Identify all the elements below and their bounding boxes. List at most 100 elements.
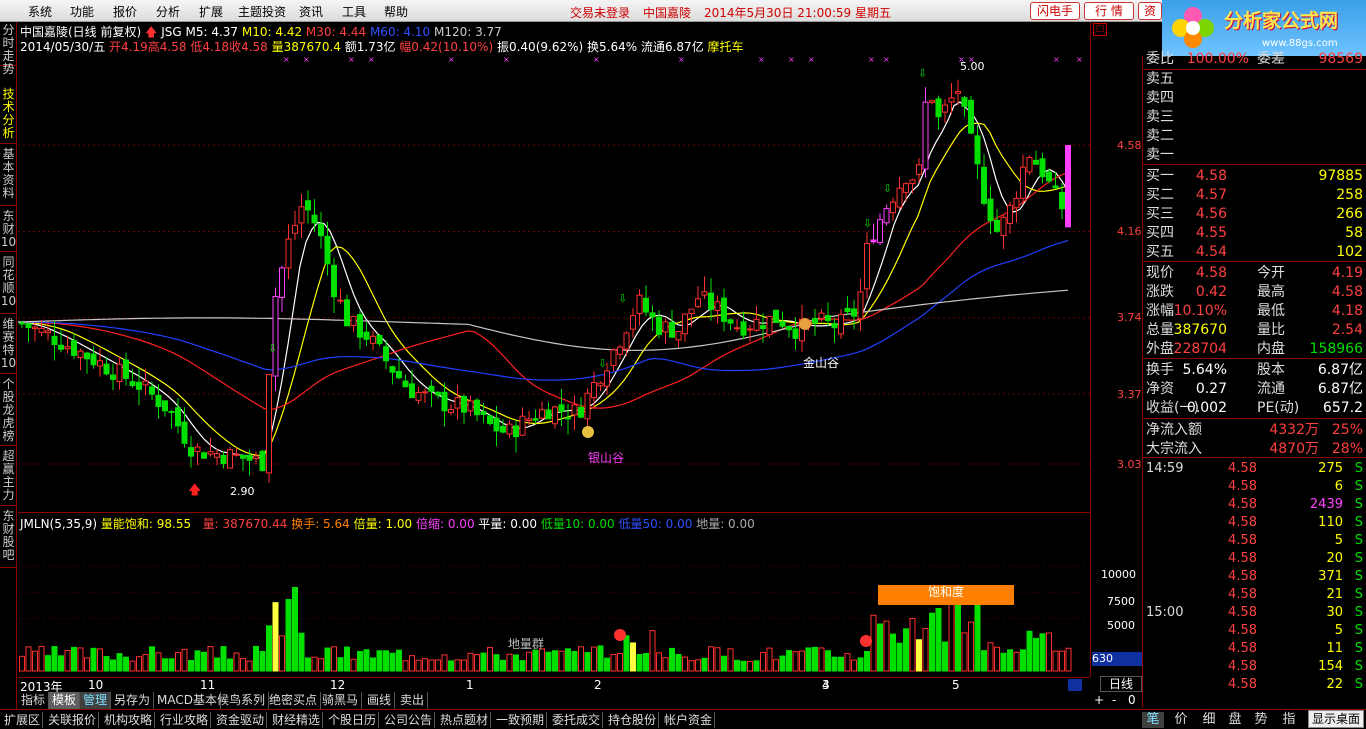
bottom-orders[interactable]: 委托成交	[550, 712, 604, 728]
bottom-announcements[interactable]: 公司公告	[382, 712, 436, 728]
menu-quote[interactable]: 报价	[113, 3, 137, 20]
tab-super-main[interactable]: 超赢主力	[0, 448, 17, 506]
tab-fundamental[interactable]: 基本资料	[0, 146, 17, 206]
tab-technical[interactable]: 技术分析	[0, 86, 17, 144]
ask-row[interactable]: 卖四	[1143, 89, 1366, 107]
tab-label: 分时走势	[2, 23, 15, 76]
period-selector[interactable]: 日线	[1100, 676, 1142, 692]
tab-guba[interactable]: 东财股吧	[0, 508, 17, 568]
ask-row[interactable]: 卖三	[1143, 108, 1366, 126]
bottom-stock-calendar[interactable]: 个股日历	[326, 712, 380, 728]
tab-timeshare[interactable]: 分时走势	[0, 22, 17, 76]
bottom-positions[interactable]: 持仓股份	[606, 712, 660, 728]
bid-price: 4.57	[1195, 187, 1227, 203]
zoom-in-button[interactable]: +	[1094, 693, 1104, 707]
tab-dark-horse[interactable]: 骑黑马	[319, 692, 363, 709]
stat-value: 4.58	[1331, 284, 1363, 300]
zoom-reset-button[interactable]: 0	[1128, 693, 1136, 707]
menu-news[interactable]: 资讯	[299, 3, 323, 20]
ask-row[interactable]: 卖五	[1143, 70, 1366, 88]
tab-ths10[interactable]: 同花顺10	[0, 254, 17, 314]
view-index-tab[interactable]: 指	[1278, 712, 1300, 728]
axis-toggle-icon[interactable]: □	[1093, 23, 1107, 36]
view-price-tab[interactable]: 价	[1170, 712, 1192, 728]
stat-value: 2.54	[1331, 322, 1363, 338]
scroll-thumb[interactable]	[1068, 679, 1082, 691]
menu-extend[interactable]: 扩展	[199, 3, 223, 20]
tab-template[interactable]: 模板	[49, 692, 81, 709]
view-book-tab[interactable]: 盘	[1224, 712, 1246, 728]
tab-indicator[interactable]: 指标	[18, 692, 50, 709]
tab-wst10[interactable]: 维赛特10	[0, 316, 17, 374]
tab-save-as[interactable]: 另存为	[111, 692, 155, 709]
view-ticks-tab[interactable]: 笔	[1142, 712, 1164, 728]
view-detail-tab[interactable]: 细	[1198, 712, 1220, 728]
show-desktop-button[interactable]: 显示桌面	[1308, 710, 1364, 728]
menu-help[interactable]: 帮助	[384, 3, 408, 20]
down-candle	[1039, 158, 1046, 178]
volume-bar	[747, 661, 753, 672]
flower-logo-icon	[1172, 7, 1214, 48]
down-candle	[656, 316, 662, 335]
view-trend-tab[interactable]: 势	[1250, 712, 1272, 728]
menu-function[interactable]: 功能	[70, 3, 94, 20]
tab-secret-buy[interactable]: 绝密买点	[266, 692, 322, 709]
bottom-finance-picks[interactable]: 财经精选	[270, 712, 324, 728]
volume-bar	[428, 659, 435, 672]
signal-marker: ×	[348, 55, 355, 64]
volume-bar	[363, 649, 370, 672]
menu-theme-invest[interactable]: 主题投资	[238, 3, 286, 20]
down-candle	[987, 198, 994, 222]
tab-sell[interactable]: 卖出	[397, 692, 429, 709]
bottom-institution[interactable]: 机构攻略	[102, 712, 156, 728]
volume-panel[interactable]: JMLN(5,35,9) 量能饱和: 98.55 量: 387670.44 换手…	[18, 512, 1090, 677]
bottom-account-funds[interactable]: 帐户资金	[662, 712, 716, 728]
down-candle	[480, 411, 487, 415]
bottom-related-quote[interactable]: 关联报价	[46, 712, 100, 728]
tab-label: 基本资料	[2, 147, 15, 200]
zoom-out-button[interactable]: -	[1112, 693, 1116, 707]
login-status[interactable]: 交易未登录	[570, 4, 630, 21]
volume-bar	[792, 651, 799, 672]
bottom-industry[interactable]: 行业攻略	[158, 712, 212, 728]
down-candle	[461, 396, 467, 413]
signal-marker: ×	[1053, 55, 1060, 64]
down-candle	[402, 380, 409, 388]
volume-bar	[344, 646, 350, 672]
menu-analysis[interactable]: 分析	[156, 3, 180, 20]
down-candle	[409, 383, 415, 399]
flash-trade-button[interactable]: 闪电手	[1030, 2, 1080, 20]
menu-system[interactable]: 系统	[28, 3, 52, 20]
ask-row[interactable]: 卖二	[1143, 127, 1366, 145]
bottom-capital-drive[interactable]: 资金驱动	[214, 712, 268, 728]
down-candle	[441, 391, 448, 412]
bottom-consensus[interactable]: 一致预期	[494, 712, 548, 728]
tab-migratory-bird[interactable]: 候鸟系列	[214, 692, 270, 709]
tab-dragon-tiger[interactable]: 个股龙虎榜	[0, 376, 17, 446]
info-button[interactable]: 资	[1138, 2, 1162, 20]
tab-macd-basic[interactable]: MACD基本	[154, 692, 221, 709]
menu-tools[interactable]: 工具	[342, 3, 366, 20]
tab-eastmoney10[interactable]: 东财10	[0, 208, 17, 252]
volume-bar	[545, 651, 552, 672]
ask-row[interactable]: 卖一	[1143, 146, 1366, 164]
bottom-hot-topics[interactable]: 热点题材	[438, 712, 492, 728]
up-candle	[350, 315, 357, 327]
kline-chart[interactable]: × × × × × × × × × × × × × × × × ×⇩⇩⇩⇩⇩⇩🡅 5.00 2.90 金山谷 银…	[18, 22, 1090, 512]
bid-row[interactable]: 买二 4.57 258	[1143, 186, 1366, 204]
tab-manage[interactable]: 管理	[80, 692, 112, 709]
bid-row[interactable]: 买五 4.54 102	[1143, 243, 1366, 261]
bid-row[interactable]: 买三 4.56 266	[1143, 205, 1366, 223]
tab-draw-line[interactable]: 画线	[364, 692, 396, 709]
x-tick: 4	[822, 678, 830, 692]
x-tick: 12	[330, 678, 346, 692]
bid-row[interactable]: 买四 4.55 58	[1143, 224, 1366, 242]
volume-bar	[84, 657, 90, 672]
volume-bar	[324, 647, 331, 672]
volume-bar	[526, 651, 532, 672]
bid-row[interactable]: 买一 4.58 97885	[1143, 167, 1366, 185]
market-button[interactable]: 行 情	[1084, 2, 1134, 20]
bottom-extend-area[interactable]: 扩展区	[2, 712, 44, 728]
volume-bar	[753, 660, 760, 672]
up-candle	[714, 301, 721, 311]
